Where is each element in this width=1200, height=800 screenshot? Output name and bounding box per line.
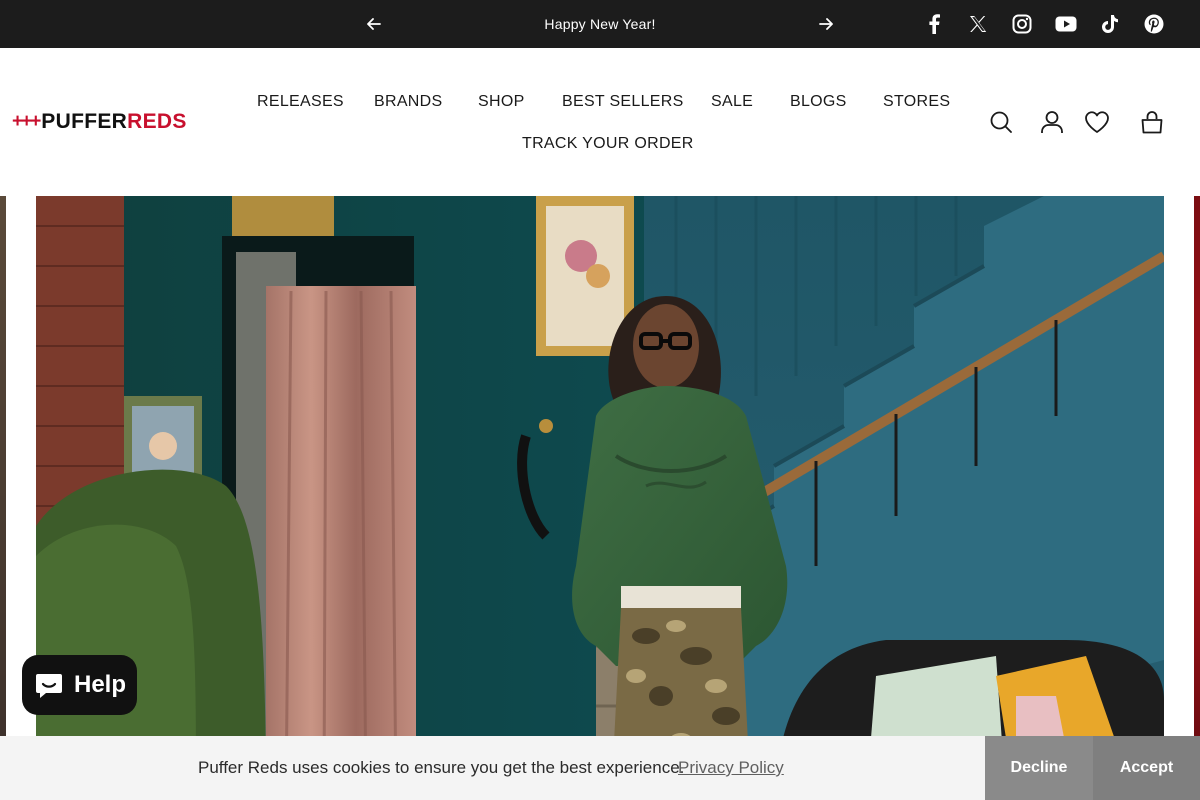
search-button[interactable] [988,109,1014,135]
cookie-message: Puffer Reds uses cookies to ensure you g… [198,758,685,777]
youtube-link[interactable] [1054,12,1078,36]
x-twitter-icon [970,16,987,32]
privacy-policy-link[interactable]: Privacy Policy [678,736,784,800]
tiktok-link[interactable] [1098,12,1122,36]
nav-brands[interactable]: BRANDS [374,93,442,111]
cart-button[interactable] [1139,109,1165,135]
accept-button[interactable]: Accept [1093,736,1200,800]
decline-button[interactable]: Decline [985,736,1093,800]
nav-best-sellers[interactable]: BEST SELLERS [562,93,684,111]
logo-word-puffer: PUFFER [41,110,128,133]
cart-bag-icon [1141,111,1163,134]
nav-blogs[interactable]: BLOGS [790,93,847,111]
help-chat-button[interactable]: Help [22,655,137,715]
arrow-right-icon [819,18,833,30]
site-header: +++ PUFFER REDS RELEASES BRANDS SHOP BES… [0,48,1200,196]
nav-track-your-order[interactable]: TRACK YOUR ORDER [522,135,694,153]
announcement-bar: Happy New Year! [0,0,1200,48]
tiktok-icon [1102,15,1118,33]
wishlist-heart-icon [1085,111,1109,133]
next-announcement-button[interactable] [814,12,838,36]
puffer-reds-logo[interactable]: +++ PUFFER REDS [12,110,187,134]
hero-slideshow[interactable] [0,196,1200,800]
pinterest-icon [1144,14,1164,34]
cookie-consent-bar: Puffer Reds uses cookies to ensure you g… [0,736,1200,800]
announcement-message: Happy New Year! [544,16,656,32]
facebook-icon [929,14,940,34]
nav-releases[interactable]: RELEASES [257,93,344,111]
pinterest-link[interactable] [1142,12,1166,36]
previous-announcement-button[interactable] [362,12,386,36]
x-twitter-link[interactable] [966,12,990,36]
nav-stores[interactable]: STORES [883,93,950,111]
facebook-link[interactable] [922,12,946,36]
logo-word-reds: REDS [127,110,187,133]
youtube-icon [1055,16,1077,32]
help-label: Help [74,671,127,698]
account-button[interactable] [1039,109,1065,135]
search-icon [990,111,1012,133]
nav-shop[interactable]: SHOP [478,93,525,111]
instagram-icon [1012,14,1032,34]
previous-slide-peek [0,196,6,800]
hero-image [36,196,1164,800]
instagram-link[interactable] [1010,12,1034,36]
nav-sale[interactable]: SALE [711,93,753,111]
account-icon [1041,111,1063,133]
arrow-left-icon [367,18,381,30]
chat-bubble-icon [36,674,62,698]
wishlist-button[interactable] [1084,109,1110,135]
next-slide-peek [1194,196,1200,800]
logo-plus-mark: +++ [12,111,41,132]
